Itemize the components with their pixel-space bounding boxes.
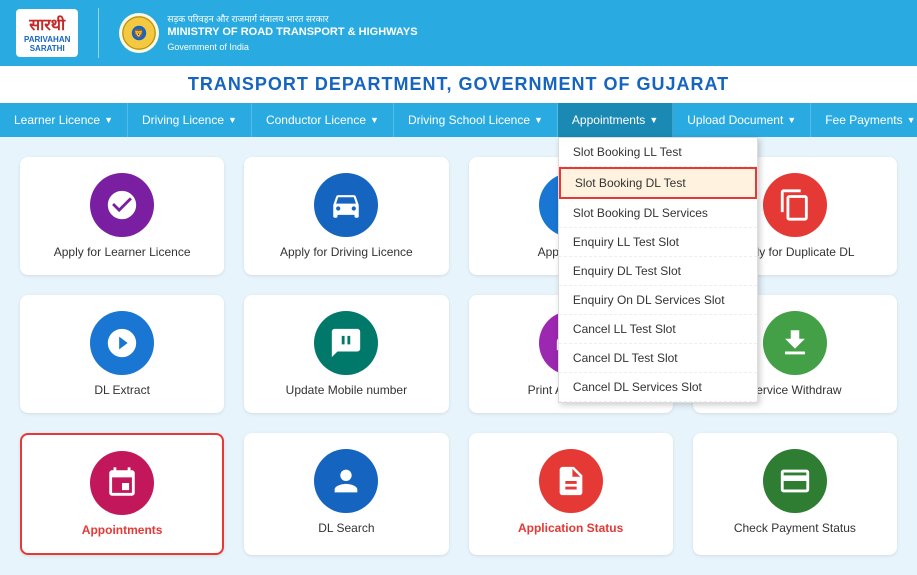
nav-school-licence[interactable]: Driving School Licence ▼ xyxy=(394,103,558,137)
page-title: TRANSPORT DEPARTMENT, GOVERNMENT OF GUJA… xyxy=(8,74,909,95)
dropdown-slot-ll-test[interactable]: Slot Booking LL Test xyxy=(559,138,757,167)
card-label: Check Payment Status xyxy=(734,521,856,535)
card-update-mobile[interactable]: Update Mobile number xyxy=(244,295,448,413)
ministry-logo: 🦁 सड़क परिवहन और राजमार्ग मंत्रालय भारत … xyxy=(119,13,417,54)
emblem-icon: 🦁 xyxy=(119,13,159,53)
nav-fee-payments[interactable]: Fee Payments ▼ xyxy=(811,103,917,137)
header: सारथी PARIVAHAN SARATHI 🦁 सड़क परिवहन और… xyxy=(0,0,917,66)
sarathi-logo: सारथी PARIVAHAN SARATHI xyxy=(16,9,78,57)
card-application-status[interactable]: Application Status xyxy=(469,433,673,555)
dropdown-cancel-dl-services-slot[interactable]: Cancel DL Services Slot xyxy=(559,373,757,402)
card-check-payment-status[interactable]: Check Payment Status xyxy=(693,433,897,555)
payment-status-icon xyxy=(763,449,827,513)
navbar: Learner Licence ▼ Driving Licence ▼ Cond… xyxy=(0,103,917,137)
dropdown-enquiry-ll-slot[interactable]: Enquiry LL Test Slot xyxy=(559,228,757,257)
card-apply-learner-licence[interactable]: Apply for Learner Licence xyxy=(20,157,224,275)
dropdown-cancel-ll-slot[interactable]: Cancel LL Test Slot xyxy=(559,315,757,344)
logo-en2: SARATHI xyxy=(24,44,70,53)
main-content: Apply for Learner Licence Apply for Driv… xyxy=(0,137,917,575)
dl-search-icon xyxy=(314,449,378,513)
card-label: Service Withdraw xyxy=(748,383,841,397)
card-dl-extract[interactable]: DL Extract xyxy=(20,295,224,413)
chevron-down-icon: ▼ xyxy=(907,115,916,125)
appointments-dropdown: Slot Booking LL Test Slot Booking DL Tes… xyxy=(558,137,758,403)
duplicate-dl-icon xyxy=(763,173,827,237)
card-label: DL Extract xyxy=(94,383,150,397)
service-withdraw-icon xyxy=(763,311,827,375)
application-status-icon xyxy=(539,449,603,513)
card-label: Apply for Learner Licence xyxy=(54,245,191,259)
title-bar: TRANSPORT DEPARTMENT, GOVERNMENT OF GUJA… xyxy=(0,66,917,103)
card-apply-driving-licence[interactable]: Apply for Driving Licence xyxy=(244,157,448,275)
dl-extract-icon xyxy=(90,311,154,375)
header-divider xyxy=(98,8,99,58)
card-label: Appointments xyxy=(82,523,163,537)
chevron-down-icon: ▼ xyxy=(370,115,379,125)
nav-learner-licence[interactable]: Learner Licence ▼ xyxy=(0,103,128,137)
nav-upload-doc[interactable]: Upload Document ▼ xyxy=(673,103,811,137)
chevron-down-icon: ▼ xyxy=(787,115,796,125)
card-label: Apply for Driving Licence xyxy=(280,245,413,259)
chevron-down-icon: ▼ xyxy=(104,115,113,125)
svg-text:🦁: 🦁 xyxy=(134,28,145,39)
dropdown-cancel-dl-slot[interactable]: Cancel DL Test Slot xyxy=(559,344,757,373)
driving-licence-icon xyxy=(314,173,378,237)
dropdown-enquiry-dl-services-slot[interactable]: Enquiry On DL Services Slot xyxy=(559,286,757,315)
card-dl-search[interactable]: DL Search xyxy=(244,433,448,555)
chevron-down-icon: ▼ xyxy=(228,115,237,125)
chevron-down-icon: ▼ xyxy=(534,115,543,125)
chevron-down-icon: ▼ xyxy=(649,115,658,125)
nav-conductor-licence[interactable]: Conductor Licence ▼ xyxy=(252,103,394,137)
logo-hindi: सारथी xyxy=(24,13,70,35)
card-label: Application Status xyxy=(518,521,623,535)
card-label: Update Mobile number xyxy=(286,383,407,397)
card-label: DL Search xyxy=(318,521,374,535)
logo-en1: PARIVAHAN xyxy=(24,35,70,44)
card-appointments[interactable]: Appointments xyxy=(20,433,224,555)
nav-driving-licence[interactable]: Driving Licence ▼ xyxy=(128,103,252,137)
learner-licence-icon xyxy=(90,173,154,237)
nav-appointments[interactable]: Appointments ▼ Slot Booking LL Test Slot… xyxy=(558,103,673,137)
update-mobile-icon xyxy=(314,311,378,375)
dropdown-slot-dl-services[interactable]: Slot Booking DL Services xyxy=(559,199,757,228)
cards-grid: Apply for Learner Licence Apply for Driv… xyxy=(20,157,897,555)
dropdown-enquiry-dl-slot[interactable]: Enquiry DL Test Slot xyxy=(559,257,757,286)
dropdown-slot-dl-test[interactable]: Slot Booking DL Test xyxy=(559,167,757,199)
appointments-icon xyxy=(90,451,154,515)
ministry-text: सड़क परिवहन और राजमार्ग मंत्रालय भारत सर… xyxy=(167,13,417,54)
